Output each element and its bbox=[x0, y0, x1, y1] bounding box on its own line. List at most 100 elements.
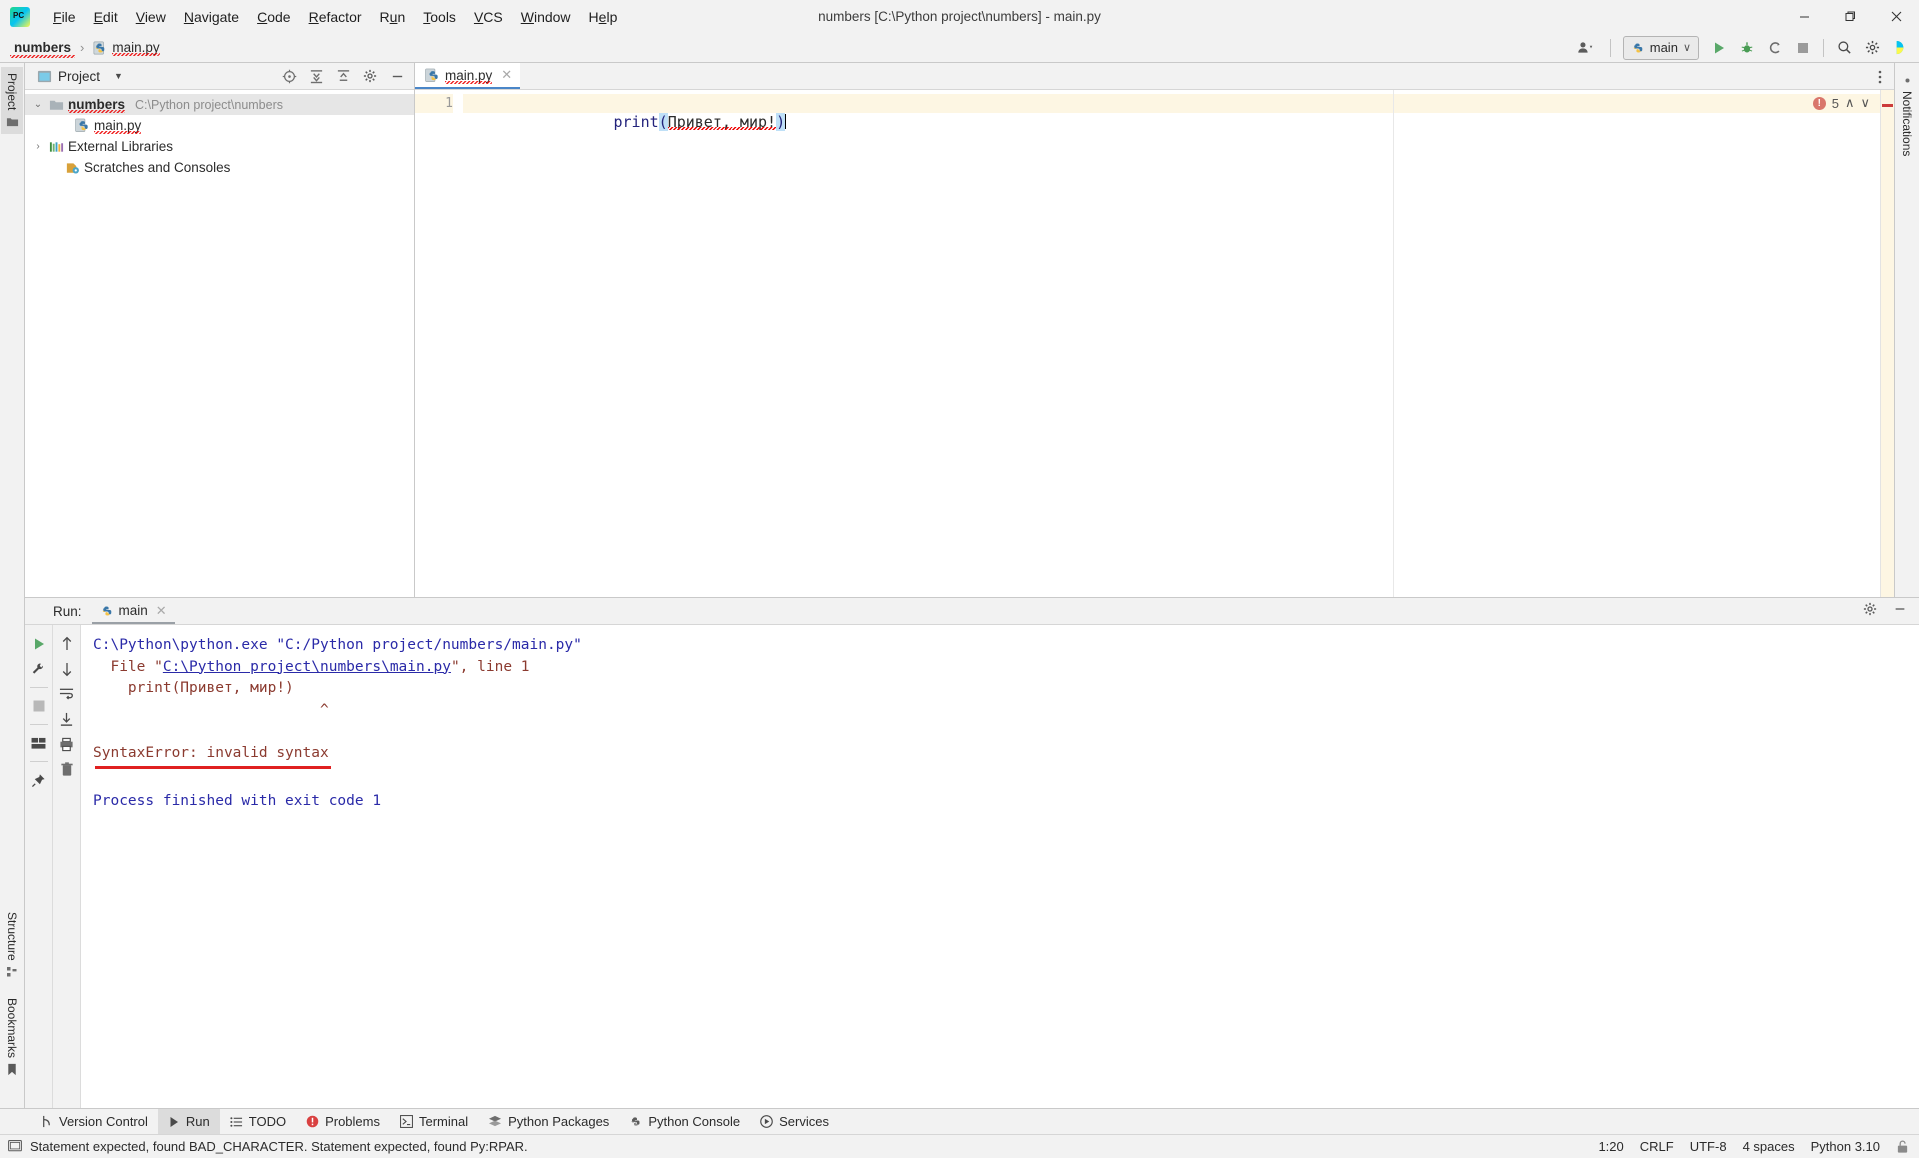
soft-wrap-icon[interactable] bbox=[56, 683, 78, 705]
tree-item-external-libraries[interactable]: › External Libraries bbox=[25, 136, 414, 157]
collapse-all-icon[interactable] bbox=[330, 64, 356, 88]
hide-icon[interactable] bbox=[384, 64, 410, 88]
print-icon[interactable] bbox=[56, 733, 78, 755]
menu-help[interactable]: Help bbox=[580, 5, 627, 29]
chevron-down-icon[interactable]: ⌄ bbox=[31, 99, 45, 110]
stop-icon[interactable] bbox=[1790, 36, 1816, 60]
run-console-output[interactable]: C:\Python\python.exe "C:/Python project/… bbox=[81, 625, 1919, 1108]
stop-icon[interactable] bbox=[28, 695, 50, 717]
breadcrumb-numbers[interactable]: numbers bbox=[10, 38, 75, 57]
tool-tab-python-packages[interactable]: Python Packages bbox=[478, 1109, 619, 1135]
select-opened-file-icon[interactable] bbox=[276, 64, 302, 88]
minimize-button[interactable] bbox=[1781, 0, 1827, 33]
prev-problem-icon[interactable]: ∧ bbox=[1845, 95, 1855, 111]
settings-icon[interactable] bbox=[1859, 36, 1885, 60]
ide-updates-icon[interactable] bbox=[1887, 36, 1913, 60]
scroll-to-end-icon[interactable] bbox=[56, 708, 78, 730]
lock-icon[interactable] bbox=[1896, 1140, 1909, 1154]
run-with-coverage-icon[interactable] bbox=[1762, 36, 1788, 60]
menu-edit[interactable]: Edit bbox=[85, 5, 127, 29]
menu-view[interactable]: View bbox=[127, 5, 175, 29]
tool-tab-terminal[interactable]: Terminal bbox=[390, 1109, 478, 1135]
tool-tab-label: Services bbox=[779, 1114, 829, 1129]
account-icon[interactable] bbox=[1569, 36, 1603, 60]
project-panel-title-group[interactable]: Project ▼ bbox=[25, 69, 123, 84]
down-arrow-icon[interactable] bbox=[56, 658, 78, 680]
tool-tab-todo[interactable]: TODO bbox=[220, 1109, 296, 1135]
console-file-link[interactable]: C:\Python project\numbers\main.py bbox=[163, 659, 451, 675]
chevron-right-icon[interactable]: › bbox=[31, 141, 45, 152]
close-button[interactable] bbox=[1873, 0, 1919, 33]
settings-icon[interactable] bbox=[1857, 597, 1883, 621]
close-icon[interactable]: ✕ bbox=[156, 603, 167, 619]
inspection-marker-strip[interactable] bbox=[1880, 90, 1894, 597]
settings-icon[interactable] bbox=[357, 64, 383, 88]
inspection-widget[interactable]: ! 5 ∧ ∨ bbox=[1811, 95, 1872, 111]
edit-configurations-icon[interactable] bbox=[28, 658, 50, 680]
editor-tabs-more[interactable] bbox=[1872, 69, 1888, 85]
tree-item-mainpy[interactable]: main.py bbox=[25, 115, 414, 136]
hide-icon[interactable] bbox=[1887, 597, 1913, 621]
run-panel-label: Run: bbox=[25, 604, 92, 624]
maximize-button[interactable] bbox=[1827, 0, 1873, 33]
indent-setting[interactable]: 4 spaces bbox=[1743, 1139, 1795, 1154]
tool-tab-services[interactable]: Services bbox=[750, 1109, 839, 1135]
sidebar-item-project[interactable]: Project bbox=[1, 67, 23, 134]
editor-gutter[interactable]: 1 bbox=[415, 90, 463, 597]
console-file-suffix: ", line 1 bbox=[451, 659, 530, 675]
menu-code[interactable]: Code bbox=[248, 5, 299, 29]
clear-all-icon[interactable] bbox=[56, 758, 78, 780]
tool-tab-run[interactable]: Run bbox=[158, 1109, 220, 1135]
menu-vcs[interactable]: VCS bbox=[465, 5, 512, 29]
file-encoding[interactable]: UTF-8 bbox=[1690, 1139, 1727, 1154]
breadcrumb-mainpy[interactable]: main.py bbox=[89, 38, 163, 57]
python-packages-icon bbox=[488, 1115, 502, 1128]
sidebar-item-bookmarks[interactable]: Bookmarks bbox=[1, 992, 23, 1082]
run-icon bbox=[168, 1116, 180, 1128]
run-configuration-selector[interactable]: main ∨ bbox=[1623, 36, 1699, 60]
run-panel-header-actions bbox=[1857, 597, 1913, 621]
menu-run[interactable]: Run bbox=[371, 5, 415, 29]
window-title: numbers [C:\Python project\numbers] - ma… bbox=[818, 9, 1101, 24]
rerun-icon[interactable] bbox=[28, 633, 50, 655]
version-control-icon bbox=[40, 1115, 53, 1128]
tool-tab-version-control[interactable]: Version Control bbox=[30, 1109, 158, 1135]
code-content[interactable]: print(Привет, мир!) bbox=[463, 90, 1880, 597]
sidebar-item-structure[interactable]: Structure bbox=[1, 906, 23, 984]
menu-navigate[interactable]: Navigate bbox=[175, 5, 248, 29]
caret-position[interactable]: 1:20 bbox=[1598, 1139, 1623, 1154]
menu-window[interactable]: Window bbox=[512, 5, 580, 29]
layout-icon[interactable] bbox=[28, 732, 50, 754]
tab-mainpy[interactable]: main.py ✕ bbox=[415, 63, 520, 89]
line-number: 1 bbox=[415, 94, 453, 113]
status-message[interactable]: Statement expected, found BAD_CHARACTER.… bbox=[30, 1139, 528, 1154]
run-tab-main[interactable]: main ✕ bbox=[92, 599, 175, 624]
line-separator[interactable]: CRLF bbox=[1640, 1139, 1674, 1154]
python-interpreter[interactable]: Python 3.10 bbox=[1811, 1139, 1880, 1154]
menu-refactor[interactable]: Refactor bbox=[300, 5, 371, 29]
editor-column: main.py ✕ 1 bbox=[415, 63, 1894, 597]
tree-item-numbers[interactable]: ⌄ numbers C:\Python project\numbers bbox=[25, 94, 414, 115]
menu-tools[interactable]: Tools bbox=[414, 5, 465, 29]
editor-area[interactable]: 1 print(Привет, мир!) ! 5 ∧ ∨ bbox=[415, 90, 1894, 597]
close-icon[interactable]: ✕ bbox=[501, 67, 512, 83]
status-message-icon[interactable] bbox=[8, 1140, 22, 1153]
toolbar-divider-2 bbox=[1823, 39, 1824, 57]
search-everywhere-icon[interactable] bbox=[1831, 36, 1857, 60]
error-marker[interactable] bbox=[1882, 104, 1893, 107]
tree-item-label: main.py bbox=[94, 118, 141, 133]
menu-file[interactable]: File bbox=[44, 5, 85, 29]
chevron-down-icon[interactable]: ▼ bbox=[114, 71, 123, 81]
next-problem-icon[interactable]: ∨ bbox=[1860, 95, 1870, 111]
debug-icon[interactable] bbox=[1734, 36, 1760, 60]
run-icon[interactable] bbox=[1706, 36, 1732, 60]
tool-tab-problems[interactable]: Problems bbox=[296, 1109, 390, 1135]
sidebar-item-notifications[interactable]: Notifications bbox=[1896, 69, 1918, 162]
code-line-1[interactable]: print(Привет, мир!) bbox=[463, 94, 1880, 113]
expand-all-icon[interactable] bbox=[303, 64, 329, 88]
services-icon bbox=[760, 1115, 773, 1128]
tree-item-scratches[interactable]: Scratches and Consoles bbox=[25, 157, 414, 178]
pin-tab-icon[interactable] bbox=[28, 769, 50, 791]
tool-tab-python-console[interactable]: Python Console bbox=[619, 1109, 750, 1135]
up-arrow-icon[interactable] bbox=[56, 633, 78, 655]
